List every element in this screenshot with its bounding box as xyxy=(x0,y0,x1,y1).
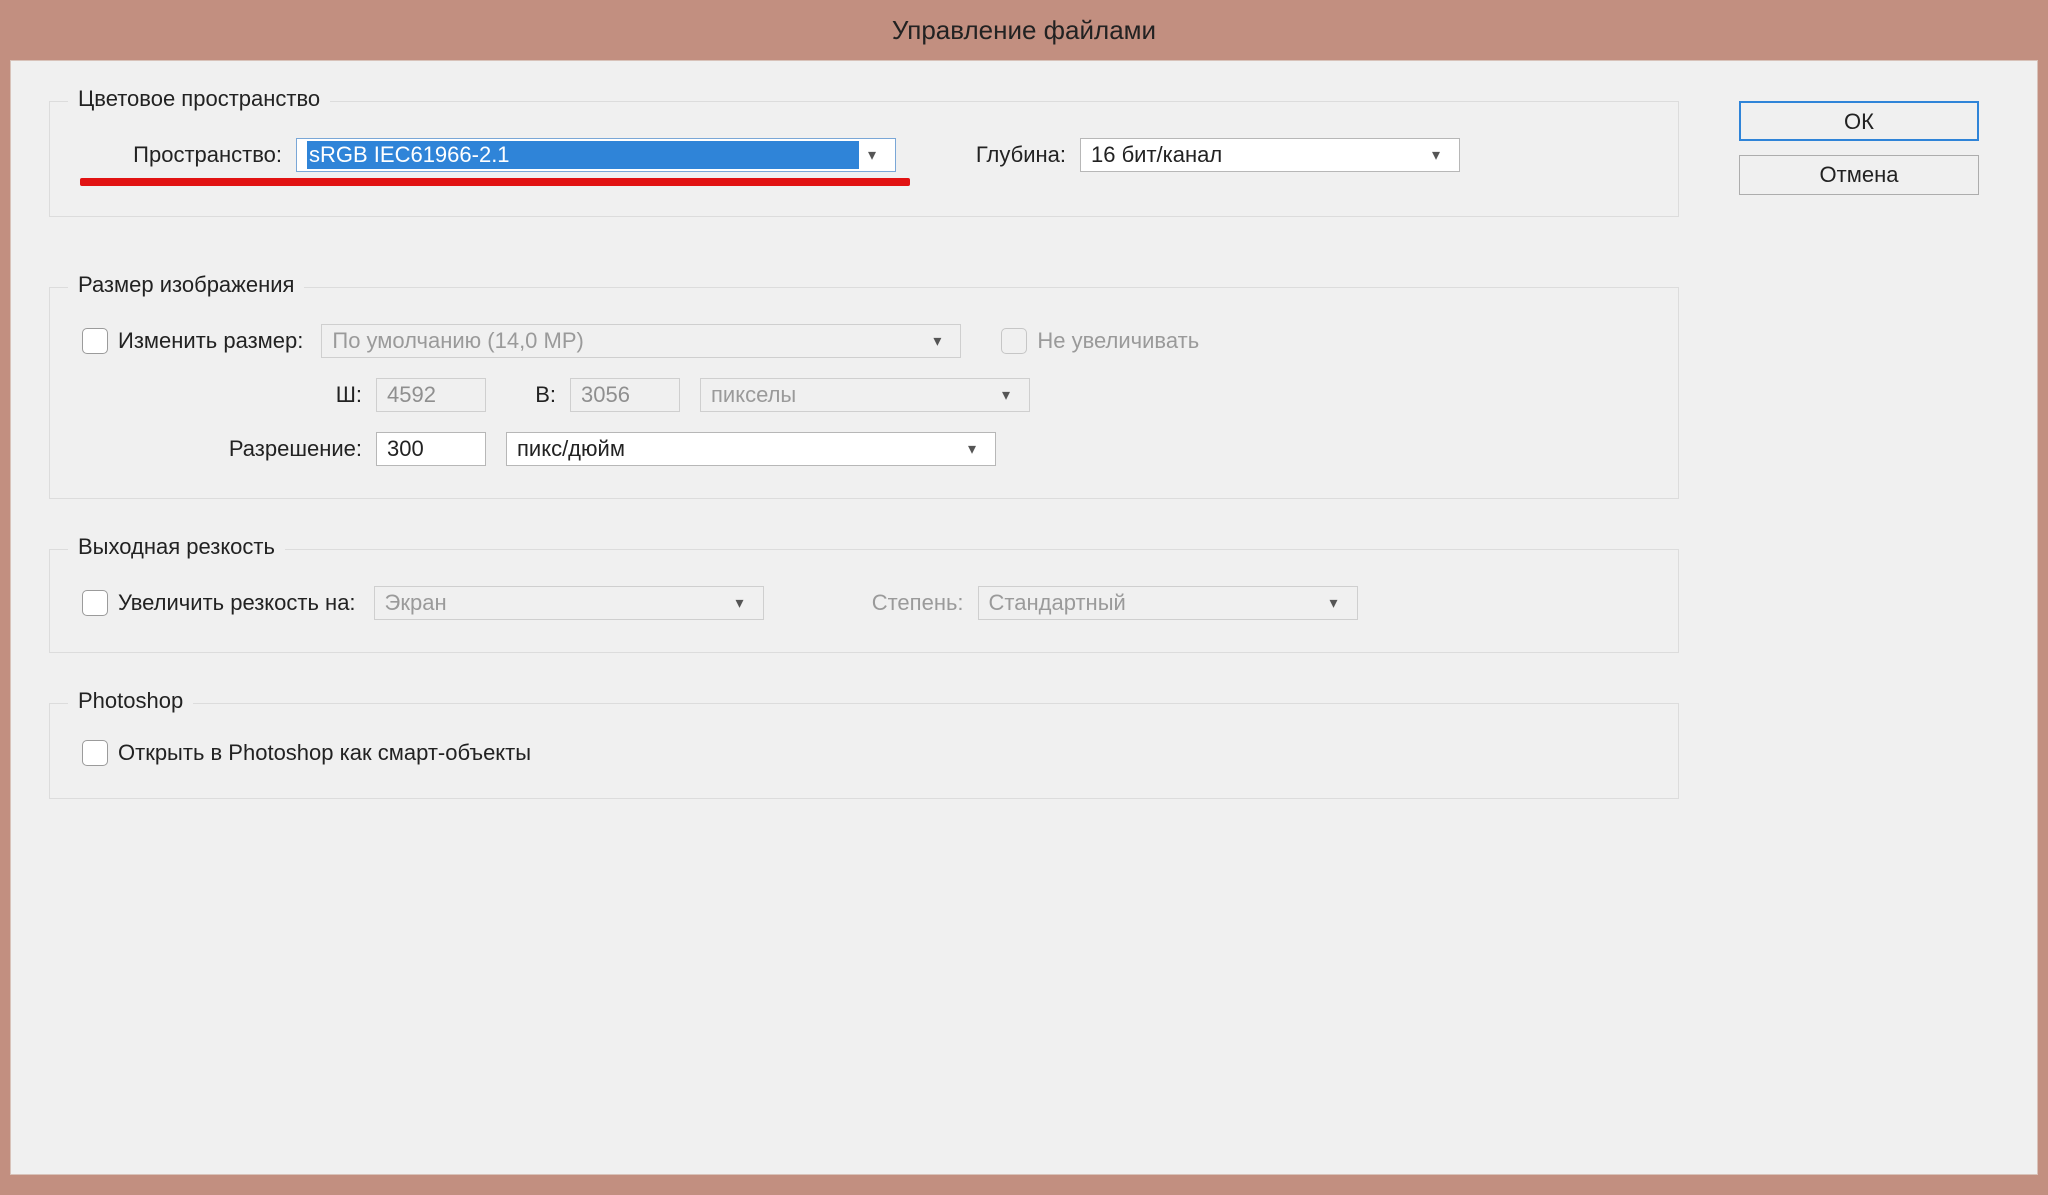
chevron-down-icon: ▾ xyxy=(924,331,950,351)
select-sharpen-amount-value: Стандартный xyxy=(989,590,1321,616)
label-space: Пространство: xyxy=(82,142,282,168)
checkbox-smart-object[interactable] xyxy=(82,740,108,766)
input-resolution[interactable]: 300 xyxy=(376,432,486,466)
input-height[interactable]: 3056 xyxy=(570,378,680,412)
select-depth[interactable]: 16 бит/канал ▾ xyxy=(1080,138,1460,172)
select-sharpen-target-value: Экран xyxy=(385,590,727,616)
select-res-unit-value: пикс/дюйм xyxy=(517,436,959,462)
label-sharpen-amount: Степень: xyxy=(804,590,964,616)
groupbox-colorspace: Цветовое пространство Пространство: sRGB… xyxy=(49,101,1679,217)
label-resolution: Разрешение: xyxy=(82,436,362,462)
select-resize-preset[interactable]: По умолчанию (14,0 MP) ▾ xyxy=(321,324,961,358)
input-height-value: 3056 xyxy=(581,382,630,408)
label-sharpen: Увеличить резкость на: xyxy=(118,590,356,616)
input-width[interactable]: 4592 xyxy=(376,378,486,412)
cancel-button[interactable]: Отмена xyxy=(1739,155,1979,195)
chevron-down-icon: ▾ xyxy=(1423,145,1449,165)
chevron-down-icon: ▾ xyxy=(959,439,985,459)
window-titlebar: Управление файлами xyxy=(0,0,2048,60)
groupbox-sharpen: Выходная резкость Увеличить резкость на:… xyxy=(49,549,1679,653)
dialog-client: Цветовое пространство Пространство: sRGB… xyxy=(10,60,2038,1175)
label-no-enlarge: Не увеличивать xyxy=(1037,328,1199,354)
select-sharpen-target[interactable]: Экран ▾ xyxy=(374,586,764,620)
legend-colorspace: Цветовое пространство xyxy=(68,86,330,112)
label-resize: Изменить размер: xyxy=(118,328,303,354)
checkbox-no-enlarge[interactable] xyxy=(1001,328,1027,354)
select-size-unit-value: пикселы xyxy=(711,382,993,408)
legend-photoshop: Photoshop xyxy=(68,688,193,714)
label-smart-object: Открыть в Photoshop как смарт-объекты xyxy=(118,740,531,766)
select-size-unit[interactable]: пикселы ▾ xyxy=(700,378,1030,412)
checkbox-resize[interactable] xyxy=(82,328,108,354)
select-resize-preset-value: По умолчанию (14,0 MP) xyxy=(332,328,924,354)
label-depth: Глубина: xyxy=(926,142,1066,168)
select-sharpen-amount[interactable]: Стандартный ▾ xyxy=(978,586,1358,620)
checkbox-sharpen[interactable] xyxy=(82,590,108,616)
input-width-value: 4592 xyxy=(387,382,436,408)
chevron-down-icon: ▾ xyxy=(727,593,753,613)
groupbox-photoshop: Photoshop Открыть в Photoshop как смарт-… xyxy=(49,703,1679,799)
select-colorspace[interactable]: sRGB IEC61966-2.1 ▾ xyxy=(296,138,896,172)
chevron-down-icon: ▾ xyxy=(859,145,885,165)
chevron-down-icon: ▾ xyxy=(993,385,1019,405)
label-width: Ш: xyxy=(82,382,362,408)
window-title: Управление файлами xyxy=(892,15,1156,46)
legend-sharpen: Выходная резкость xyxy=(68,534,285,560)
cancel-button-label: Отмена xyxy=(1820,162,1899,187)
label-height: В: xyxy=(506,382,556,408)
select-res-unit[interactable]: пикс/дюйм ▾ xyxy=(506,432,996,466)
legend-imagesize: Размер изображения xyxy=(68,272,304,298)
select-colorspace-value: sRGB IEC61966-2.1 xyxy=(307,141,859,169)
chevron-down-icon: ▾ xyxy=(1321,593,1347,613)
select-depth-value: 16 бит/канал xyxy=(1091,142,1423,168)
annotation-underline xyxy=(80,178,910,186)
groupbox-imagesize: Размер изображения Изменить размер: По у… xyxy=(49,287,1679,499)
input-resolution-value: 300 xyxy=(387,436,424,462)
ok-button[interactable]: ОК xyxy=(1739,101,1979,141)
ok-button-label: ОК xyxy=(1844,109,1874,134)
